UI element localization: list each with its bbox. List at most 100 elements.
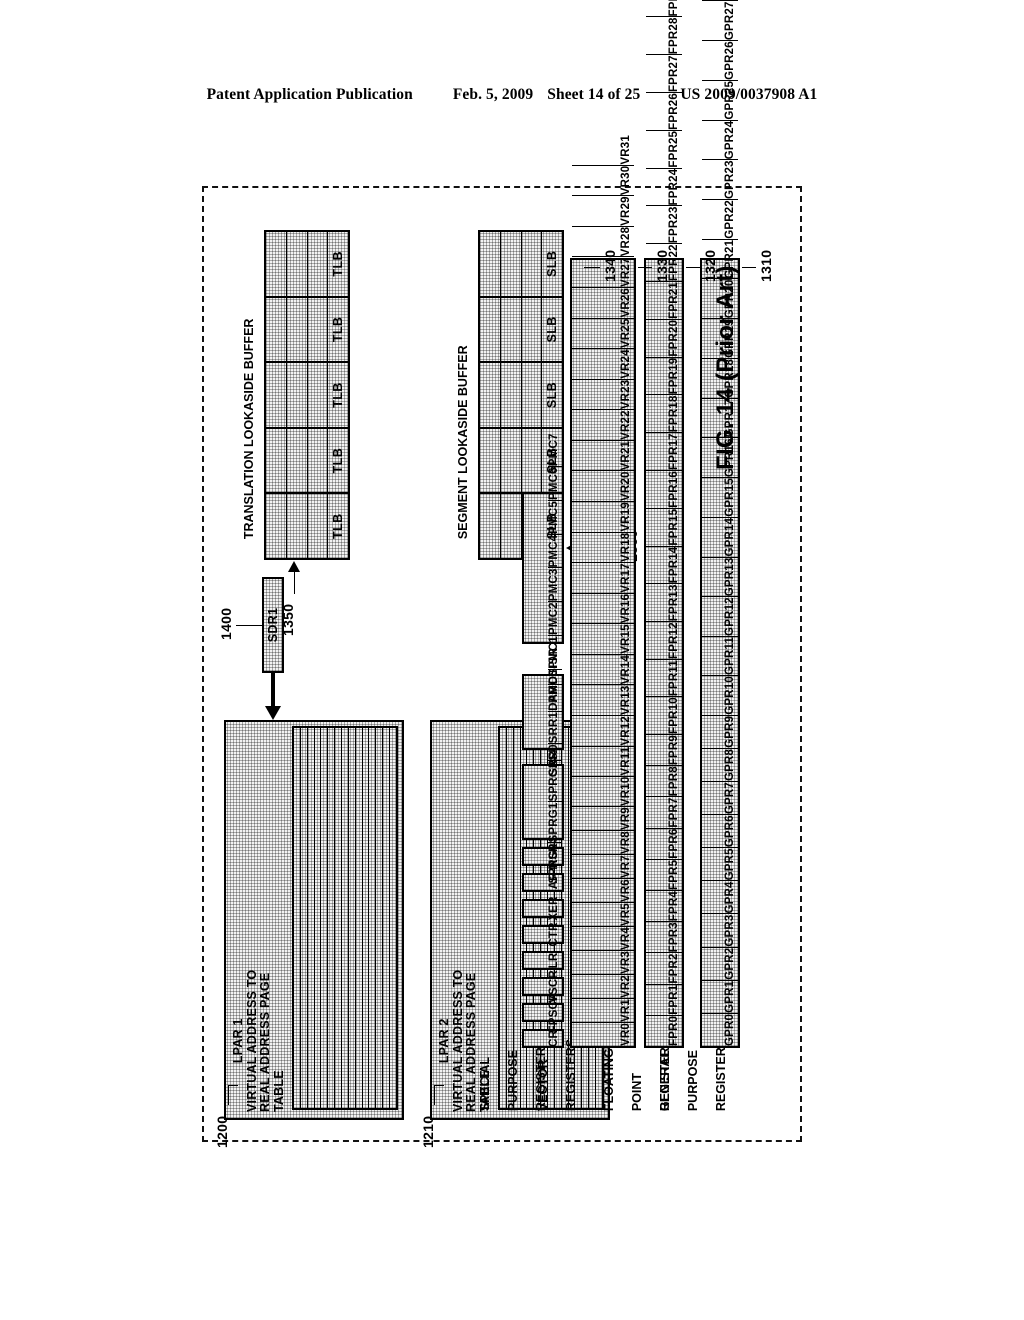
lpar2-line1: VIRTUAL ADDRESS TO (450, 969, 465, 1112)
register-cell: SRR0 (548, 743, 562, 776)
register-label: CTR (548, 922, 560, 947)
ref-1350-leader (294, 572, 295, 594)
register-cell: FPR28 (646, 16, 682, 55)
register-label: FPR9 (668, 734, 680, 766)
ref-1200-leader-v (228, 1085, 238, 1086)
register-cell: GPR3 (702, 913, 738, 947)
register-cell: GPR27 (702, 0, 738, 41)
register-cell: FPR2 (646, 952, 682, 984)
register-label: VR12 (620, 716, 632, 746)
buffer-entry (480, 297, 501, 362)
tlb-buffer: TLB TLB TLB TLB TLB (264, 230, 350, 560)
lpar1-title: LPAR 1 (231, 1018, 245, 1064)
register-label: GPR3 (724, 914, 736, 947)
register-cell: VR29 (572, 195, 634, 226)
register-label: VR5 (620, 903, 632, 927)
register-label: FPR1 (668, 984, 680, 1015)
register-label: FPR20 (668, 319, 680, 357)
page-table-entry (369, 728, 377, 1108)
register-label: VR19 (620, 502, 632, 532)
register-label: FPR15 (668, 508, 680, 546)
register-label: FPR25 (668, 130, 680, 168)
register-cell: GPR10 (702, 675, 738, 715)
register-label: VR23 (620, 379, 632, 410)
register-label: VR7 (620, 855, 632, 879)
lpar1-caption: LPAR 1 VIRTUAL ADDRESS TO REAL ADDRESS P… (231, 969, 286, 1112)
register-label: PMC0 (548, 669, 560, 703)
slb-entry-label: SLB (545, 316, 559, 343)
buffer-entry (286, 232, 308, 296)
register-label: VSCR (548, 970, 560, 1003)
page-table-entry (314, 728, 322, 1108)
register-cell: VR11 (572, 745, 634, 776)
register-cell: GPR6 (702, 814, 738, 848)
buffer-entry (307, 494, 329, 558)
tlb-entry: TLB (266, 232, 348, 296)
ref-1210-leader-v (434, 1085, 444, 1086)
slb-entry-label: SLB (545, 250, 559, 277)
register-cell: GPR8 (702, 747, 738, 781)
tlb-entry-label: TLB (331, 316, 345, 343)
register-label: VR21 (620, 440, 632, 471)
register-cell: GPR0 (702, 1012, 738, 1046)
spr-ctr: CTR (522, 922, 564, 947)
register-cell: VR23 (572, 378, 634, 410)
tlb-entry: TLB (266, 295, 348, 362)
register-cell: FPR18 (646, 394, 682, 433)
tlb-entry: TLB (266, 426, 348, 493)
register-label: VR0 (620, 1023, 632, 1046)
ref-1320-leader (686, 267, 700, 268)
register-label: GPR8 (724, 748, 736, 781)
buffer-entry (500, 232, 522, 296)
page-table-entry (342, 728, 349, 1108)
spr-vscr: VSCR (522, 970, 564, 1003)
register-cell: FPR6 (646, 827, 682, 859)
figure-drawing-rotated: LPAR 1 VIRTUAL ADDRESS TO REAL ADDRESS P… (192, 0, 832, 1160)
register-label: FPR28 (668, 17, 680, 55)
page-table-entry (307, 728, 315, 1108)
buffer-entry (266, 363, 287, 427)
figure-caption: FIG. 14 (Prior Art) (712, 265, 739, 470)
lpar1-page-table: LPAR 1 VIRTUAL ADDRESS TO REAL ADDRESS P… (224, 720, 404, 1120)
register-label: VR31 (620, 135, 632, 165)
register-cell: VR26 (572, 286, 634, 318)
register-label: VR10 (620, 776, 632, 807)
page-table-entry (355, 728, 363, 1108)
register-label: GPR2 (724, 947, 736, 980)
register-label: GPR12 (724, 597, 736, 636)
register-label: VR13 (620, 685, 632, 716)
spr-title-line3: REGISTERS (534, 1038, 548, 1112)
register-cell: VR12 (572, 715, 634, 746)
register-cell: FPR5 (646, 858, 682, 890)
register-cell: VR17 (572, 562, 634, 593)
buffer-entry (500, 494, 522, 558)
register-label: FPR10 (668, 697, 680, 734)
buffer-entry (307, 297, 329, 362)
ref-1400-leader (236, 625, 262, 626)
register-label: GPR0 (724, 1013, 736, 1046)
register-label: FPR2 (668, 953, 680, 984)
register-label: VR11 (620, 746, 632, 776)
register-label: FPR4 (668, 890, 680, 922)
register-cell: VR9 (572, 806, 634, 831)
buffer-entry (286, 428, 308, 493)
ref-1200: 1200 (214, 1115, 230, 1148)
register-cell: FPR27 (646, 54, 682, 93)
register-label: VR18 (620, 532, 632, 563)
tlb-entry-label: TLB (331, 447, 345, 474)
register-label: GPR4 (724, 881, 736, 914)
register-label: GPR7 (724, 782, 736, 815)
register-cell: GPR5 (702, 847, 738, 881)
register-label: VR22 (620, 410, 632, 440)
spr-title-line2: PURPOSE (506, 1050, 520, 1112)
fpr-title-line2: POINT (630, 1072, 644, 1112)
lpar1-line1: VIRTUAL ADDRESS TO (244, 969, 259, 1112)
register-label: PMC4 (548, 534, 560, 568)
register-label: VR6 (620, 879, 632, 903)
register-cell: FPR9 (646, 733, 682, 766)
register-cell: VR5 (572, 902, 634, 927)
page-table-entry (328, 728, 336, 1108)
spr-title-line1: SPECIAL (478, 1056, 492, 1112)
buffer-entry (266, 494, 287, 558)
register-cell: VR2 (572, 974, 634, 999)
